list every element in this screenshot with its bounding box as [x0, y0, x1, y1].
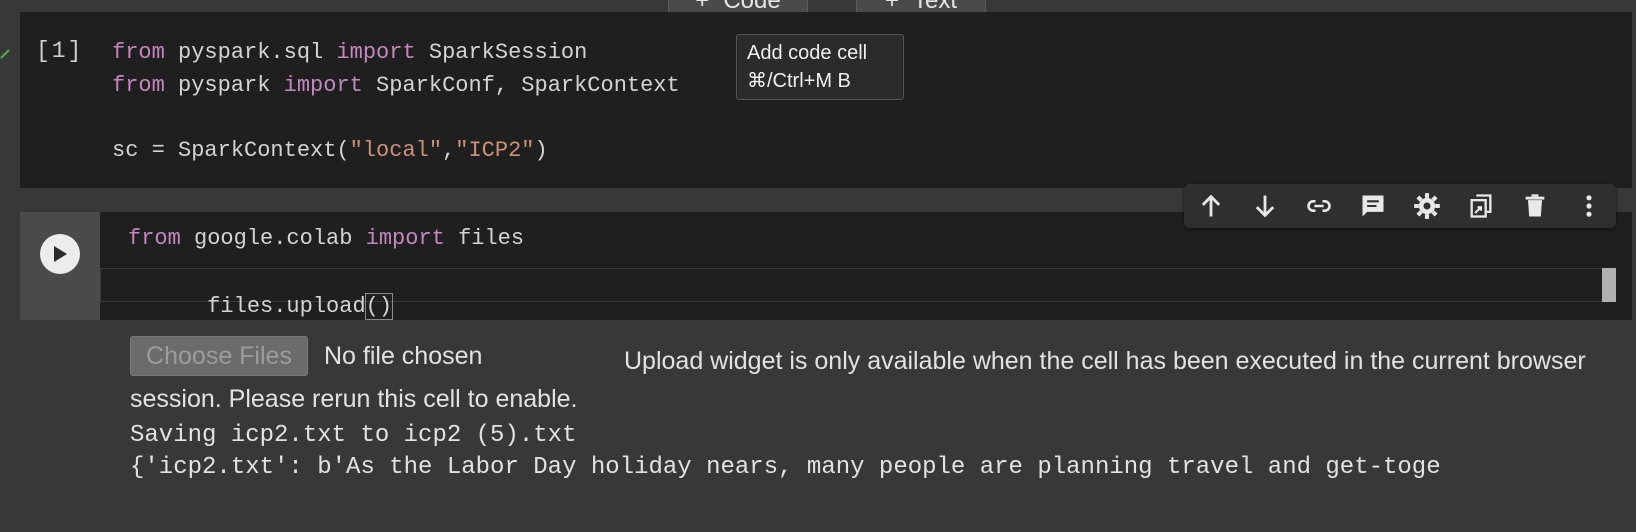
mirror-cell-button[interactable]	[1454, 184, 1508, 228]
link-icon	[1307, 200, 1331, 212]
code-keyword: import	[283, 72, 363, 98]
no-file-label: No file chosen	[324, 342, 483, 370]
more-actions-button[interactable]	[1562, 184, 1616, 228]
code-text: files	[444, 226, 525, 251]
code-editor[interactable]: from google.colab import files files.upl…	[100, 212, 1632, 320]
code-keyword: from	[112, 72, 165, 98]
code-string: "local"	[349, 137, 443, 163]
choose-files-button[interactable]: Choose Files	[130, 336, 308, 376]
add-comment-button[interactable]	[1346, 184, 1400, 228]
code-text: pyspark.sql	[164, 40, 337, 65]
delete-cell-button[interactable]	[1508, 184, 1562, 228]
tooltip-shortcut: ⌘/Ctrl+M B	[747, 70, 851, 92]
matched-parens: ()	[364, 293, 394, 320]
tooltip-title: Add code cell	[747, 42, 868, 64]
code-text: )	[534, 137, 548, 163]
mirror-cell-icon	[1470, 194, 1492, 218]
gear-icon	[1414, 193, 1440, 219]
code-string: "ICP2"	[455, 137, 535, 163]
code-line-2: from pyspark import SparkConf, SparkCont…	[112, 69, 680, 103]
more-vert-icon	[1586, 195, 1592, 217]
move-up-button[interactable]	[1184, 184, 1238, 228]
arrow-down-icon	[1255, 195, 1275, 218]
copy-link-button[interactable]	[1292, 184, 1346, 228]
execution-count: [1]	[36, 38, 84, 64]
check-icon	[0, 49, 10, 59]
output-saving-line: Saving icp2.txt to icp2 (5).txt	[130, 422, 577, 449]
code-keyword: from	[112, 40, 165, 65]
code-line-1: from google.colab import files	[128, 222, 524, 256]
code-text: ,	[442, 137, 456, 163]
output-dict-line: {'icp2.txt': b'As the Labor Day holiday …	[130, 454, 1441, 481]
code-cell-2[interactable]: from google.colab import files files.upl…	[20, 212, 1632, 532]
tooltip: Add code cell ⌘/Ctrl+M B	[736, 34, 904, 100]
cell-toolbar	[1184, 184, 1616, 228]
scrollbar-thumb[interactable]	[1602, 268, 1616, 302]
code-line-1: from pyspark.sql import SparkSession	[112, 36, 587, 70]
code-keyword: import	[365, 226, 445, 251]
code-text: SparkSession	[415, 40, 588, 65]
trash-icon	[1525, 194, 1545, 217]
code-text: google.colab	[180, 226, 366, 251]
code-line-4: sc = SparkContext("local","ICP2")	[112, 134, 548, 168]
arrow-up-icon	[1201, 194, 1221, 217]
code-text: pyspark	[164, 72, 284, 98]
code-text: files.upload	[207, 294, 366, 319]
code-text: SparkConf, SparkContext	[362, 72, 680, 98]
run-cell-button[interactable]	[40, 234, 80, 274]
play-icon	[54, 246, 67, 262]
cell-settings-button[interactable]	[1400, 184, 1454, 228]
code-keyword: from	[128, 226, 181, 251]
move-down-button[interactable]	[1238, 184, 1292, 228]
cell-gutter	[20, 212, 100, 320]
code-text: sc = SparkContext(	[112, 137, 350, 163]
code-keyword: import	[336, 40, 416, 65]
comment-icon	[1362, 195, 1384, 217]
